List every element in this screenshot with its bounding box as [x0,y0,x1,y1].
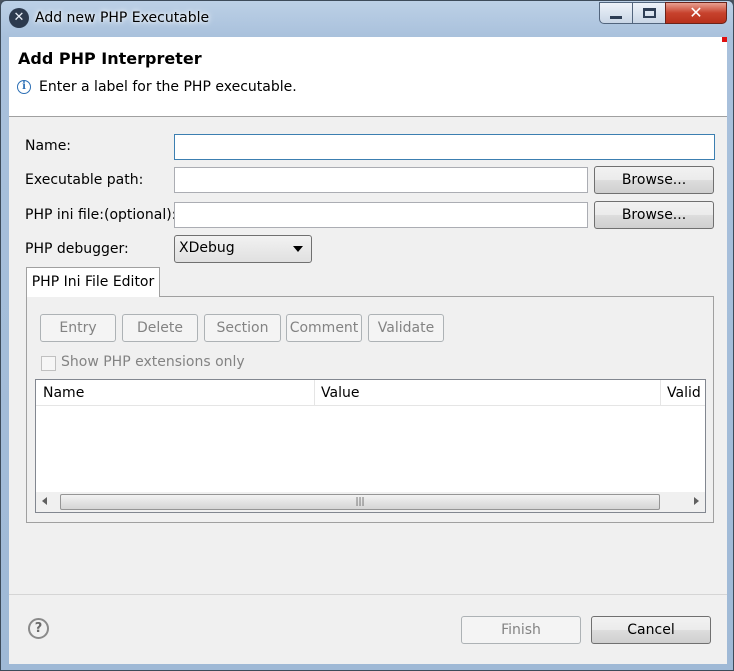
debugger-label: PHP debugger: [25,241,129,257]
wizard-banner: Add PHP Interpreter i Enter a label for … [9,37,727,117]
show-extensions-label: Show PHP extensions only [61,354,245,370]
executable-path-label: Executable path: [25,172,144,188]
close-icon: ✕ [689,3,703,22]
ini-file-label: PHP ini file:(optional): [25,207,177,223]
ini-file-input[interactable] [174,202,588,228]
scroll-right-icon[interactable] [694,497,699,505]
name-label: Name: [25,138,72,154]
cancel-button[interactable]: Cancel [591,616,711,644]
dialog-window: ✕ Add new PHP Executable ✕ Add PHP Inter… [0,0,734,671]
horizontal-scrollbar[interactable]: ||| [36,492,705,512]
window-title: Add new PHP Executable [35,10,210,26]
close-button[interactable]: ✕ [665,2,727,24]
maximize-button[interactable] [632,2,666,24]
column-header-value[interactable]: Value [321,385,359,401]
scroll-left-icon[interactable] [42,497,47,505]
finish-button[interactable]: Finish [461,616,581,644]
delete-button[interactable]: Delete [122,314,198,342]
validate-button[interactable]: Validate [368,314,444,342]
column-header-name[interactable]: Name [43,385,84,401]
scroll-thumb[interactable]: ||| [60,494,660,510]
comment-button[interactable]: Comment [286,314,362,342]
error-marker [722,37,727,42]
section-button[interactable]: Section [204,314,281,342]
minimize-button[interactable] [599,2,633,24]
entry-button[interactable]: Entry [40,314,116,342]
table-header: Name Value Valid [36,380,705,406]
column-header-valid[interactable]: Valid [667,385,701,401]
ini-editor-panel: Entry Delete Section Comment Validate Sh… [26,296,714,523]
title-bar[interactable]: ✕ Add new PHP Executable ✕ [1,1,733,37]
ini-entries-table[interactable]: Name Value Valid ||| [35,379,706,513]
page-message: Enter a label for the PHP executable. [39,79,297,95]
show-extensions-checkbox[interactable] [41,356,56,371]
tab-php-ini-file-editor[interactable]: PHP Ini File Editor [26,267,160,297]
minimize-icon [610,15,622,19]
maximize-icon [642,8,656,18]
page-title: Add PHP Interpreter [18,49,202,68]
name-input[interactable] [174,134,715,160]
executable-path-input[interactable] [174,167,588,193]
info-icon: i [17,80,31,94]
dialog-client-area: Add PHP Interpreter i Enter a label for … [9,37,727,664]
debugger-selected-value: XDebug [179,240,235,256]
help-icon[interactable]: ? [28,618,49,639]
dropdown-arrow-icon [293,246,303,252]
browse-executable-button[interactable]: Browse... [594,166,714,194]
column-divider[interactable] [314,380,315,405]
browse-ini-button[interactable]: Browse... [594,201,714,229]
column-divider[interactable] [660,380,661,405]
eclipse-pdt-icon: ✕ [9,8,29,28]
footer-divider [9,594,727,595]
debugger-select[interactable]: XDebug [174,235,312,263]
